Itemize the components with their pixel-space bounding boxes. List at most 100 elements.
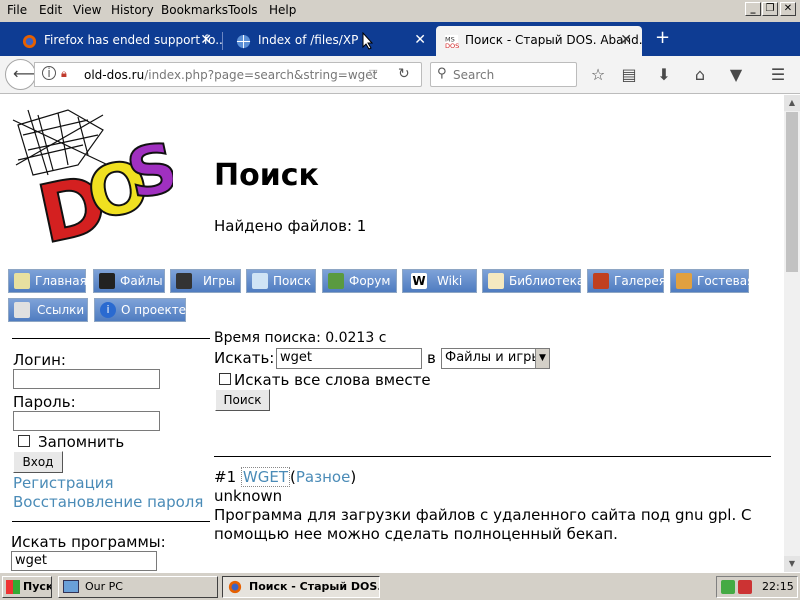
search-box[interactable]: ⚲ Search <box>430 62 577 87</box>
result-number: #1 <box>214 468 237 486</box>
navigation-bar: ⟵ i 🔒︎ old-dos.ru/index.php?page=search&… <box>0 56 800 94</box>
all-words-label: Искать все слова вместе <box>234 371 431 389</box>
menu-help[interactable]: Help <box>269 3 296 17</box>
tab-search-old-dos[interactable]: MS DOS Поиск - Старый DOS. Aband... ✕ <box>436 26 642 56</box>
network-icon[interactable] <box>721 580 735 594</box>
nav-label: Wiki <box>437 274 463 288</box>
back-button[interactable]: ⟵ <box>5 59 36 90</box>
book-icon <box>488 273 504 289</box>
results-divider <box>214 456 771 457</box>
scope-select[interactable]: Файлы и игры ▼ <box>441 348 550 369</box>
tab-index-files[interactable]: Index of /files/XP ✕ <box>214 26 436 56</box>
nav-gallery-button[interactable]: Галерея <box>587 269 666 293</box>
menu-bookmarks[interactable]: Bookmarks <box>161 3 228 17</box>
close-tab-icon[interactable]: ✕ <box>200 32 212 48</box>
nav-forum-button[interactable]: Форум <box>322 269 397 293</box>
page-content: D O S Поиск Найдено файлов: 1 Главная Фа… <box>0 95 784 572</box>
new-tab-icon[interactable]: + <box>655 27 670 48</box>
menu-edit[interactable]: Edit <box>39 3 62 17</box>
windows-logo-icon <box>6 580 20 594</box>
pocket-icon[interactable]: ▼ <box>726 65 746 84</box>
search-label: Искать: <box>214 349 275 367</box>
nav-games-button[interactable]: Игры <box>170 269 241 293</box>
login-label: Логин: <box>13 351 66 369</box>
reading-list-icon[interactable]: ▤ <box>619 65 639 84</box>
nav-guestbook-button[interactable]: Гостевая <box>670 269 754 293</box>
vertical-scrollbar[interactable]: ▲ ▼ <box>784 95 800 572</box>
scrollbar-thumb[interactable] <box>786 112 798 272</box>
downloads-icon[interactable]: ⬇ <box>654 65 674 84</box>
mouse-cursor-icon <box>362 32 374 50</box>
hamburger-menu-icon[interactable]: ☰ <box>768 65 788 84</box>
back-arrow-icon: ⟵ <box>13 64 36 83</box>
antivirus-icon[interactable] <box>738 580 752 594</box>
search-field[interactable]: wget <box>276 348 422 369</box>
register-link[interactable]: Регистрация <box>13 474 114 492</box>
chain-link-icon <box>14 302 30 318</box>
nav-links-button[interactable]: Ссылки <box>8 298 88 322</box>
info-icon[interactable]: i <box>42 66 56 80</box>
result-item: #1 WGET (Разное) <box>214 467 357 487</box>
password-field[interactable] <box>13 411 160 431</box>
nav-home-button[interactable]: Главная <box>8 269 87 293</box>
scroll-down-icon[interactable]: ▼ <box>784 556 800 572</box>
search-placeholder: Search <box>453 68 495 82</box>
close-window-button[interactable]: ✕ <box>780 2 796 16</box>
result-category-link[interactable]: Разное <box>296 468 350 486</box>
scroll-up-icon[interactable]: ▲ <box>784 95 800 111</box>
url-text: old-dos.ru/index.php?page=search&string=… <box>84 68 377 82</box>
home-icon[interactable]: ⌂ <box>690 65 710 84</box>
taskbar-our-pc[interactable]: Our PC <box>58 576 218 598</box>
login-button[interactable]: Вход <box>13 451 63 473</box>
all-words-checkbox[interactable] <box>219 373 231 385</box>
start-label: Пуск <box>23 580 52 593</box>
nav-files-button[interactable]: Файлы <box>93 269 165 293</box>
menu-file[interactable]: File <box>7 3 27 17</box>
result-author: unknown <box>214 487 283 505</box>
picture-icon <box>593 273 609 289</box>
terminal-icon <box>99 273 115 289</box>
taskbar-firefox[interactable]: Поиск - Старый DOS. ... <box>222 576 380 598</box>
menu-history[interactable]: History <box>111 3 154 17</box>
dropdown-icon[interactable]: ▽ <box>369 67 377 80</box>
info-circle-icon: i <box>100 302 116 318</box>
close-tab-icon[interactable]: ✕ <box>620 32 632 48</box>
nav-search-button[interactable]: Поиск <box>246 269 316 293</box>
close-tab-icon[interactable]: ✕ <box>414 32 426 48</box>
taskbar: Пуск Our PC Поиск - Старый DOS. ... 22:1… <box>0 572 800 600</box>
menu-view[interactable]: View <box>73 3 101 17</box>
nav-about-button[interactable]: i О проекте <box>94 298 186 322</box>
insecure-lock-icon[interactable]: 🔒︎ <box>61 67 67 81</box>
nav-library-button[interactable]: Библиотека <box>482 269 585 293</box>
search-submit-button[interactable]: Поиск <box>215 389 270 411</box>
result-name-link[interactable]: WGET <box>240 467 291 487</box>
minimize-button[interactable]: _ <box>745 2 761 16</box>
menu-tools[interactable]: Tools <box>228 3 258 17</box>
nav-label: Галерея <box>614 274 666 288</box>
space-invader-icon <box>176 273 192 289</box>
nav-label: Главная <box>35 274 87 288</box>
url-bar[interactable]: i 🔒︎ old-dos.ru/index.php?page=search&st… <box>34 62 422 87</box>
search-programs-field[interactable]: wget <box>11 551 157 571</box>
nav-label: Библиотека <box>509 274 585 288</box>
wikipedia-icon: W <box>411 273 427 289</box>
password-label: Пароль: <box>13 393 76 411</box>
restore-button[interactable]: ❐ <box>762 2 778 16</box>
bookmark-star-icon[interactable]: ☆ <box>588 65 608 84</box>
tab-label: Firefox has ended support fo... <box>44 33 222 47</box>
remember-checkbox[interactable] <box>18 435 30 447</box>
nav-wiki-button[interactable]: W Wiki <box>402 269 477 293</box>
start-button[interactable]: Пуск <box>2 576 52 598</box>
url-path: /index.php?page=search&string=wget <box>144 68 378 82</box>
old-dos-logo: D O S <box>12 109 173 263</box>
reload-icon[interactable]: ↻ <box>398 66 410 82</box>
search-icon: ⚲ <box>437 66 447 81</box>
ms-dos-icon: MSDOS <box>444 34 459 49</box>
paren: ) <box>350 468 357 486</box>
computer-icon <box>63 580 79 593</box>
system-tray: 22:15 <box>716 576 798 598</box>
tab-firefox-support[interactable]: Firefox has ended support fo... ✕ <box>0 26 222 56</box>
restore-password-link[interactable]: Восстановление пароля <box>13 493 203 511</box>
login-field[interactable] <box>13 369 160 389</box>
firefox-icon <box>228 580 242 594</box>
